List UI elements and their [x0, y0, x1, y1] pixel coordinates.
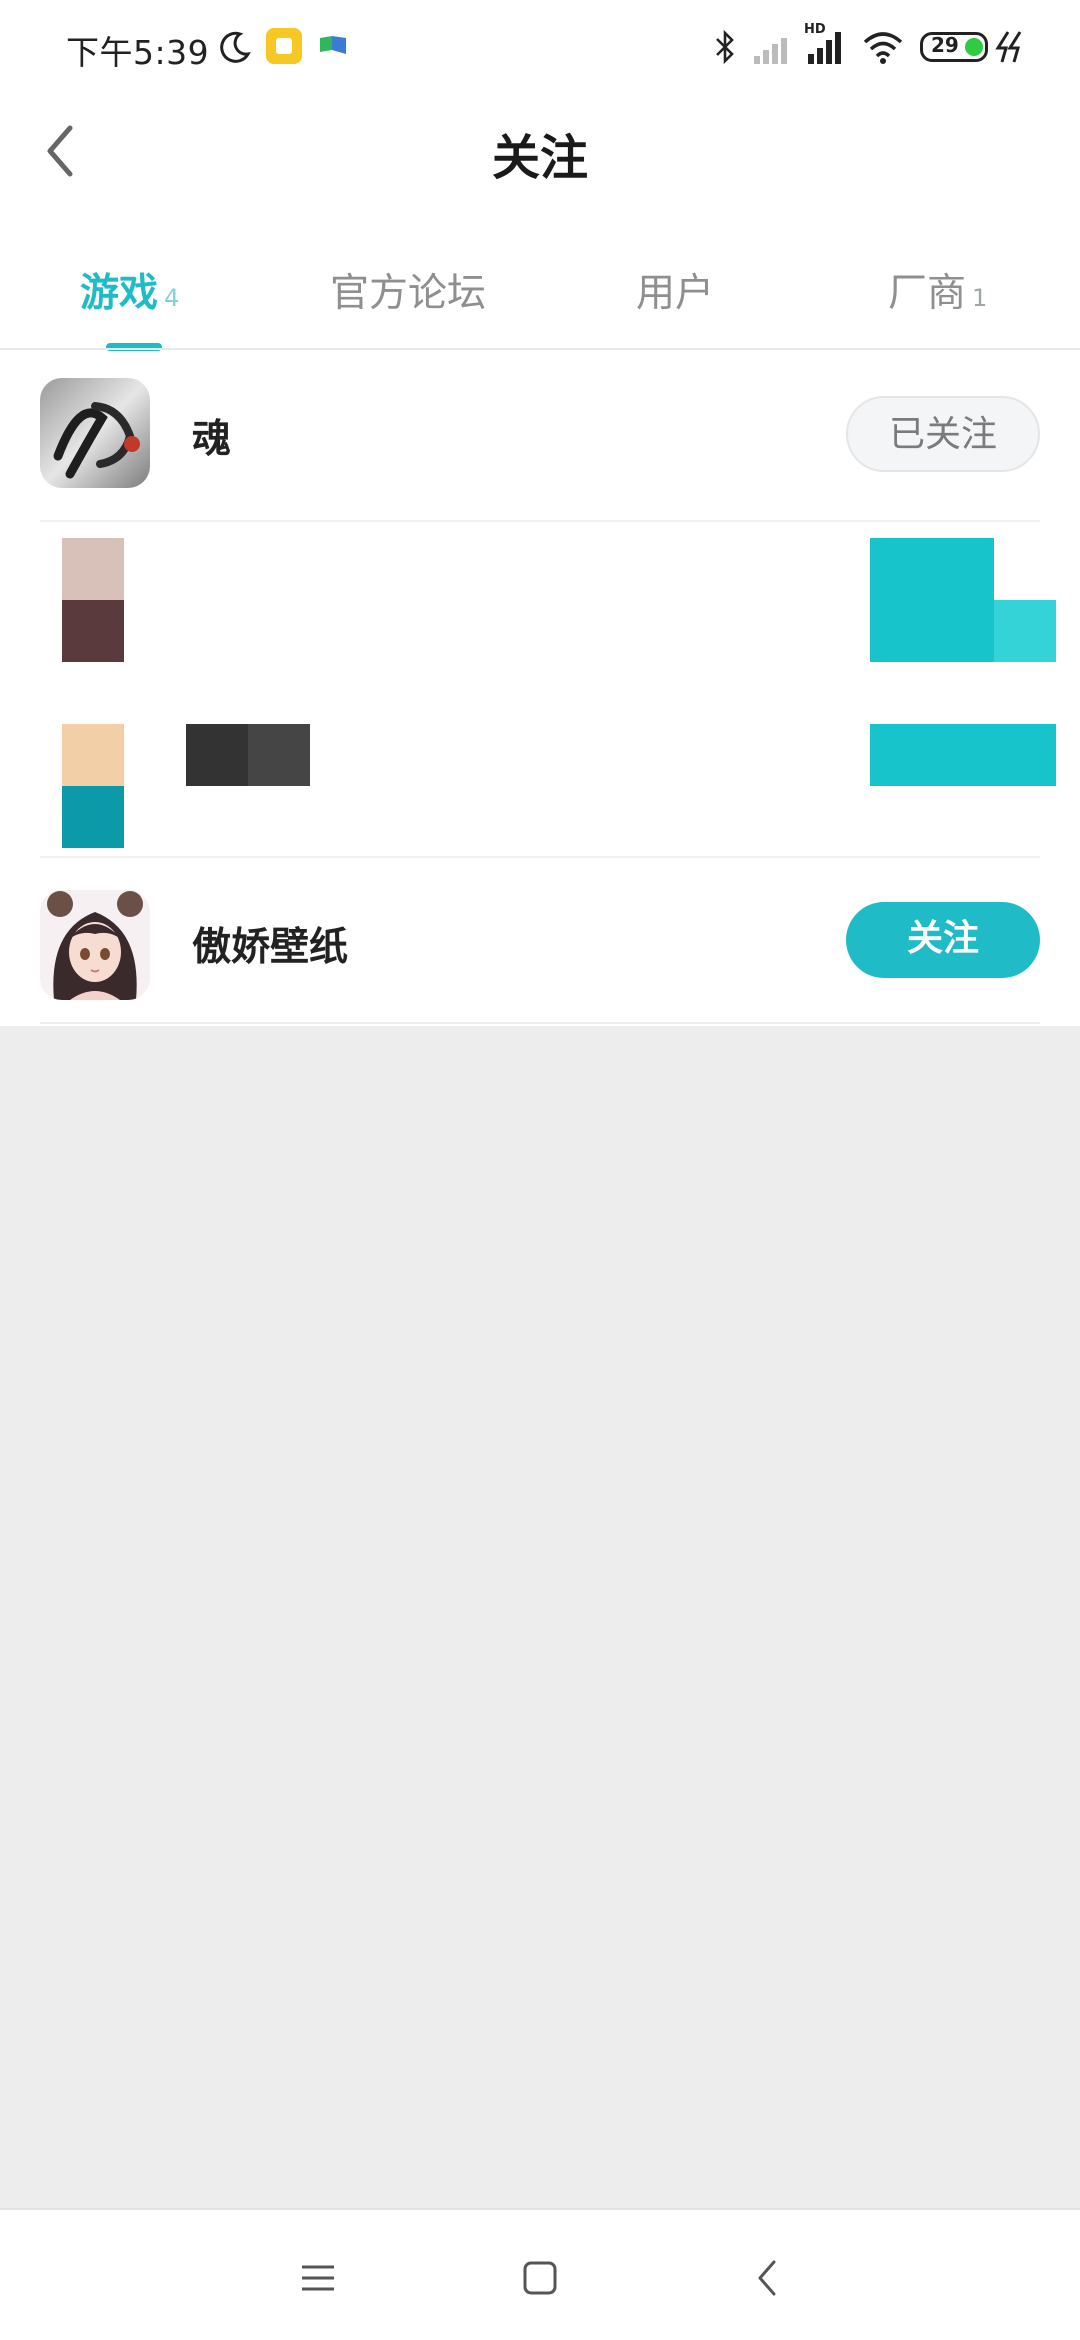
tab-vendors-label: 厂商 [888, 271, 967, 316]
charging-icon [995, 31, 1022, 63]
wifi-icon [863, 32, 903, 64]
tab-games[interactable]: 游戏 4 [80, 262, 179, 318]
item-name: 魂 [192, 417, 232, 462]
mosaic-block [994, 600, 1056, 662]
mosaic-block [870, 724, 1056, 786]
followed-button[interactable]: 已关注 [846, 396, 1040, 472]
battery-charge-dot [965, 38, 983, 56]
list-divider [40, 1022, 1040, 1024]
tab-games-label: 游戏 [80, 271, 159, 316]
page-title: 关注 [491, 130, 588, 186]
status-time: 下午5:39 [66, 33, 210, 72]
list-divider [40, 520, 1040, 522]
follow-button[interactable]: 关注 [846, 902, 1040, 978]
tab-forum-label: 官方论坛 [330, 271, 487, 316]
tab-official-forum[interactable]: 官方论坛 [330, 262, 486, 318]
item-name: 傲娇壁纸 [192, 925, 349, 970]
back-triangle-icon[interactable] [740, 2250, 796, 2306]
anime-girl-avatar-icon [40, 890, 150, 1000]
bluetooth-icon [716, 30, 734, 64]
mosaic-block [870, 538, 994, 662]
signal-strong-icon [808, 32, 841, 64]
menu-icon[interactable] [290, 2250, 346, 2306]
list-item-obscured[interactable] [0, 530, 1080, 710]
game-avatar-hun [40, 378, 150, 488]
tab-bar: 游戏 4 官方论坛 用户 厂商 1 [0, 250, 1080, 351]
list-item[interactable]: 魂 已关注 [0, 350, 1080, 530]
mosaic-block [62, 786, 124, 848]
content-area: 下午5:39 HD 29 关注 游戏 4 官方论坛 用户 厂商 1 魂 已关注 … [0, 0, 1080, 1026]
tab-games-count: 4 [164, 284, 180, 312]
battery-indicator: 29 [920, 32, 988, 62]
mosaic-block [62, 538, 124, 600]
mosaic-block [248, 724, 310, 786]
tab-users[interactable]: 用户 [636, 262, 714, 318]
tab-vendors-count: 1 [972, 284, 988, 312]
mosaic-block [62, 600, 124, 662]
list-item[interactable]: 傲娇壁纸 关注 [0, 850, 1080, 1030]
home-square-icon[interactable] [512, 2250, 568, 2306]
mosaic-block [186, 724, 248, 786]
battery-level: 29 [931, 33, 959, 57]
tab-vendors[interactable]: 厂商 1 [888, 262, 987, 318]
system-navigation-bar [0, 2208, 1080, 2340]
signal-weak-icon [754, 38, 787, 64]
calligraphy-avatar-icon [40, 378, 150, 488]
wallpaper-avatar [40, 890, 150, 1000]
mosaic-block [62, 724, 124, 786]
notification-app-icon [266, 28, 302, 64]
notification-flag-icon [320, 36, 346, 54]
status-bar: 下午5:39 HD 29 [0, 0, 1080, 96]
moon-icon [220, 31, 251, 63]
tab-users-label: 用户 [636, 271, 715, 316]
